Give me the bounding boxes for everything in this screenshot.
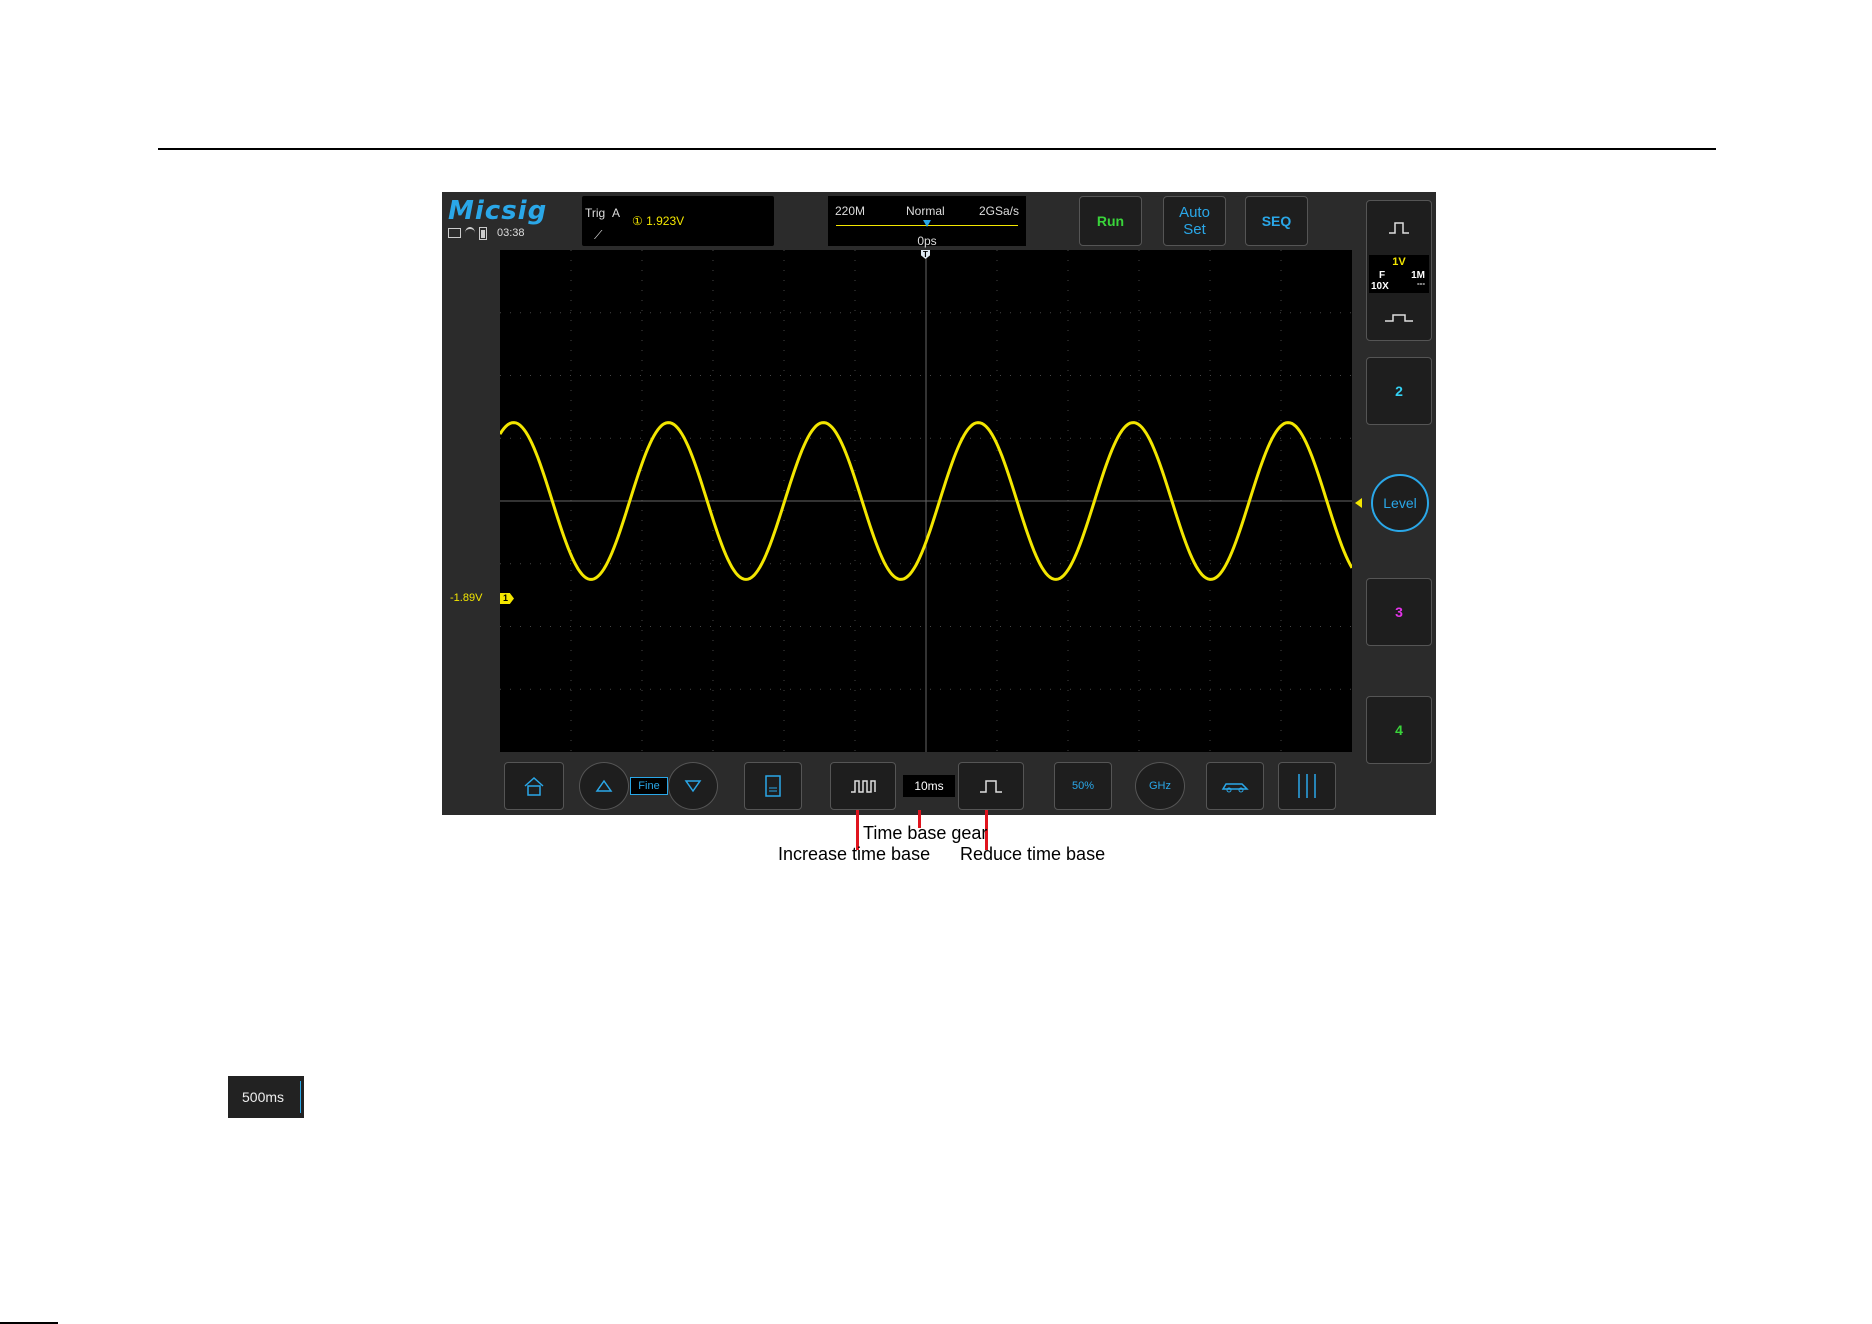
acquisition-mode: Normal — [906, 204, 945, 218]
save-file-icon — [765, 775, 781, 797]
cursor-button[interactable] — [1278, 762, 1336, 810]
thumbnail-cursor — [300, 1081, 301, 1113]
step-up-button[interactable] — [579, 762, 629, 810]
increase-time-base-button[interactable] — [830, 762, 896, 810]
channel-4-button[interactable]: 4 — [1366, 696, 1432, 764]
trigger-info[interactable]: Trig A ① 1.923V ⟋ — [582, 196, 774, 246]
rising-edge-icon: ⟋ — [594, 228, 603, 242]
ghz-label: GHz — [1149, 780, 1171, 792]
save-button[interactable] — [744, 762, 802, 810]
channel-2-button[interactable]: 2 — [1366, 357, 1432, 425]
timebase-thumbnail-value: 500ms — [242, 1089, 285, 1105]
level-knob[interactable]: Level — [1371, 474, 1429, 532]
trigger-level-marker — [1355, 498, 1362, 508]
cursor-lines-icon — [1298, 774, 1316, 798]
car-icon — [1221, 783, 1249, 793]
channel-1-scale-down-icon[interactable] — [1367, 295, 1431, 341]
trigger-level-value: 1.923V — [646, 214, 685, 228]
run-button[interactable]: Run — [1079, 196, 1142, 246]
trigger-source: A — [612, 206, 621, 220]
auto-set-line1: Auto — [1179, 204, 1210, 221]
callout-increase-time-base: Increase time base — [778, 844, 931, 864]
display-icon — [448, 228, 461, 238]
seq-button[interactable]: SEQ — [1245, 196, 1308, 246]
increase-time-base-icon — [851, 780, 876, 793]
timebase-info[interactable]: 220M Normal 2GSa/s 0ps — [828, 196, 1026, 248]
sample-rate: 2GSa/s — [978, 204, 1019, 218]
channel-1-scale: 1V — [1392, 256, 1406, 268]
time-base-gear[interactable]: 10ms — [903, 775, 955, 797]
reduce-time-base-icon — [980, 780, 1002, 793]
page-top-rule — [158, 148, 1716, 150]
callout-reduce-time-base: Reduce time base — [960, 844, 1106, 864]
triangle-up-icon — [595, 779, 613, 792]
channel-1-scale-up-icon[interactable] — [1367, 201, 1431, 251]
horizontal-position: 0ps — [917, 234, 937, 248]
channel-1-coupling: F — [1379, 270, 1386, 281]
triangle-down-icon — [684, 780, 702, 793]
graticule — [500, 250, 1352, 752]
oscilloscope-screenshot: Micsig 03:38 Trig A ① 1.923V ⟋ 220M Norm… — [442, 192, 1436, 815]
channel-1-badge: ① — [632, 214, 643, 228]
channel-1-probe: 10X — [1371, 281, 1389, 292]
waveform-grid[interactable] — [500, 250, 1352, 752]
clock: 03:38 — [497, 227, 525, 239]
status-bar: 03:38 — [448, 226, 525, 240]
car-mode-button[interactable] — [1206, 762, 1264, 810]
wifi-icon — [465, 227, 475, 239]
timebase-thumbnail: 500ms — [228, 1076, 304, 1118]
trigger-level: ① 1.923V — [632, 214, 684, 228]
channel-1-offset-label: -1.89V — [450, 592, 483, 604]
channel-1-info: 1V F 1M 10X --- — [1369, 255, 1429, 293]
trigger-label: Trig — [585, 206, 606, 220]
channel-3-button[interactable]: 3 — [1366, 578, 1432, 646]
step-down-button[interactable] — [668, 762, 718, 810]
dc-coupling-icon: --- — [1417, 279, 1425, 288]
fifty-percent-button[interactable]: 50% — [1054, 762, 1112, 810]
brand-logo: Micsig — [448, 196, 548, 226]
ghz-button[interactable]: GHz — [1135, 762, 1185, 810]
view-position-marker — [923, 220, 931, 227]
auto-set-line2: Set — [1183, 221, 1206, 238]
battery-icon — [479, 226, 487, 240]
home-button[interactable] — [504, 762, 564, 810]
reduce-time-base-button[interactable] — [958, 762, 1024, 810]
auto-set-button[interactable]: Auto Set — [1163, 196, 1226, 246]
channel-1-panel[interactable]: 1V F 1M 10X --- — [1366, 200, 1432, 341]
auto-set-label: Auto Set — [1179, 204, 1210, 238]
fifty-percent-label: 50% — [1071, 780, 1095, 792]
memory-depth: 220M — [835, 204, 866, 218]
fine-mode-label[interactable]: Fine — [630, 777, 668, 795]
home-icon — [524, 776, 544, 796]
callout-time-base-gear: Time base gear — [863, 823, 988, 843]
